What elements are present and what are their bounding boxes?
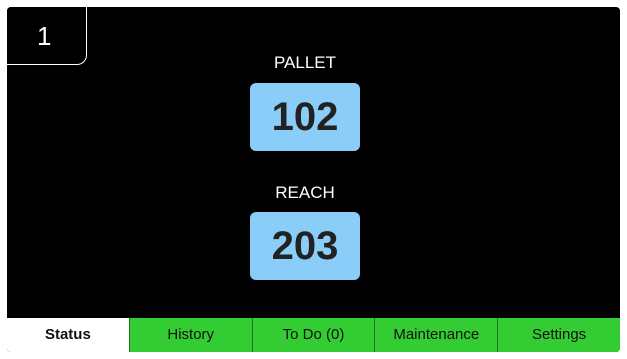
bottom-tab-bar: Status History To Do (0) Maintenance Set…: [7, 318, 620, 352]
tab-to-do[interactable]: To Do (0): [251, 318, 375, 352]
tab-status[interactable]: Status: [7, 318, 129, 352]
tab-settings[interactable]: Settings: [497, 318, 620, 352]
tab-history[interactable]: History: [128, 318, 252, 352]
pallet-value: 102: [250, 83, 360, 151]
reach-label: REACH: [275, 183, 335, 202]
tab-maintenance[interactable]: Maintenance: [374, 318, 498, 352]
unit-number-badge: 1: [7, 7, 87, 65]
status-screen: 1 PALLET 102 REACH 203 Status History To…: [7, 7, 620, 352]
pallet-label: PALLET: [273, 53, 337, 72]
reach-value: 203: [250, 212, 360, 280]
unit-number: 1: [37, 21, 52, 51]
